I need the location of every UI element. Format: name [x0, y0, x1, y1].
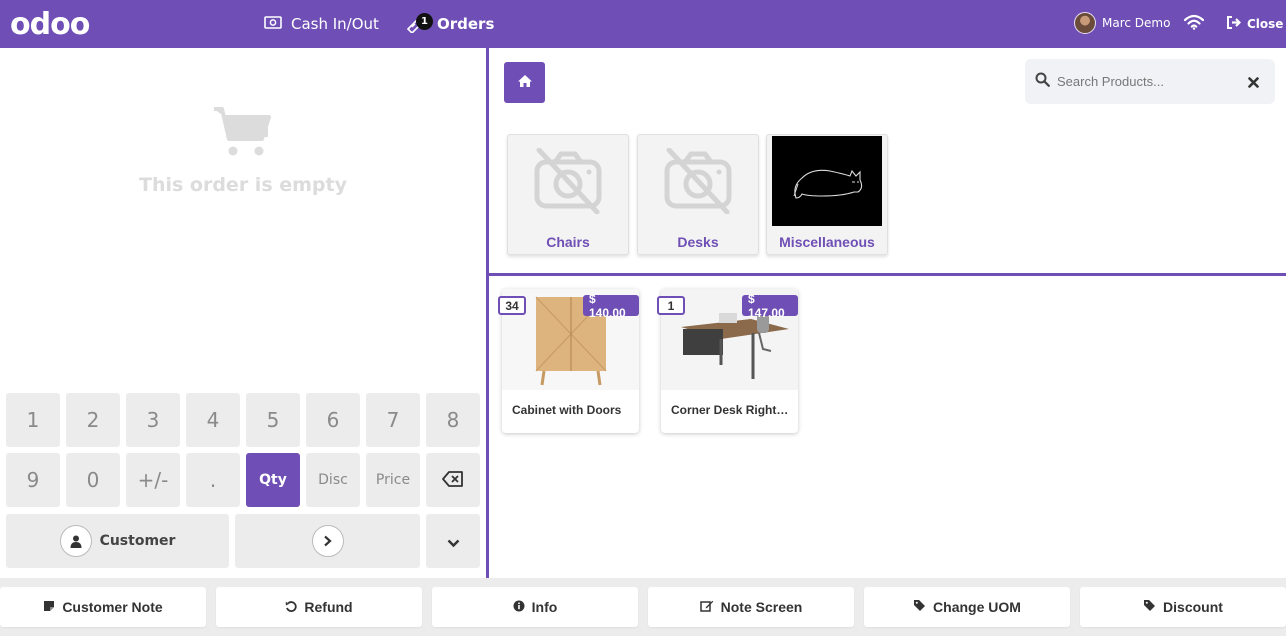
products-pane: Chairs Desks Miscellaneous 34 $ 140.00 C… [489, 48, 1286, 578]
top-bar: odoo Cash In/Out 1 Orders Marc Demo Clos… [0, 0, 1286, 48]
product-name: Cabinet with Doors [512, 403, 622, 417]
money-icon [264, 15, 282, 33]
cat-drawing-image [772, 136, 882, 226]
tag-icon [1143, 599, 1156, 615]
stock-qty-badge: 34 [498, 296, 526, 315]
category-chairs[interactable]: Chairs [507, 134, 629, 255]
edit-icon [699, 599, 714, 615]
empty-order-text: This order is empty [138, 174, 347, 196]
decimal-key[interactable]: . [186, 453, 240, 507]
control-buttons-bar: Customer Note Refund Info Note Screen Ch… [0, 578, 1286, 636]
ticket-icon: 1 [406, 13, 433, 35]
cash-in-out-button[interactable]: Cash In/Out [264, 0, 379, 48]
refund-button[interactable]: Refund [216, 587, 422, 627]
numpad-key[interactable]: 9 [6, 453, 60, 507]
change-uom-label: Change UOM [933, 599, 1021, 615]
clear-search-icon[interactable] [1248, 73, 1259, 92]
discount-button[interactable]: Discount [1080, 587, 1286, 627]
customer-label: Customer [99, 533, 176, 549]
numpad-key[interactable]: 3 [126, 393, 180, 447]
user-name: Marc Demo [1102, 16, 1171, 30]
info-label: Info [531, 599, 558, 615]
more-options-button[interactable] [426, 514, 480, 568]
category-name: Desks [677, 234, 719, 250]
category-name: Chairs [546, 234, 590, 250]
product-card[interactable]: 1 $ 147.00 Corner Desk Right… [657, 289, 798, 433]
customer-note-button[interactable]: Customer Note [0, 587, 206, 627]
home-category-button[interactable] [504, 62, 545, 103]
orders-label: Orders [437, 15, 495, 33]
chevron-down-icon [447, 529, 460, 553]
product-card[interactable]: 34 $ 140.00 Cabinet with Doors [498, 289, 639, 433]
sign-out-icon [1226, 16, 1242, 32]
close-button[interactable]: Close [1226, 0, 1283, 48]
numpad-key[interactable]: 8 [426, 393, 480, 447]
change-uom-button[interactable]: Change UOM [864, 587, 1070, 627]
wifi-icon[interactable] [1183, 14, 1205, 34]
no-image-icon [513, 136, 623, 226]
customer-button[interactable]: Customer [6, 514, 229, 568]
search-input[interactable] [1057, 74, 1247, 89]
chevron-right-icon [311, 525, 344, 557]
backspace-icon [442, 468, 464, 492]
plus-minus-key[interactable]: +/- [126, 453, 180, 507]
discount-label: Discount [1163, 599, 1223, 615]
numpad-key[interactable]: 7 [366, 393, 420, 447]
info-button[interactable]: Info [432, 587, 638, 627]
numpad-key[interactable]: 4 [186, 393, 240, 447]
home-icon [517, 73, 533, 92]
sticky-note-icon [43, 599, 55, 615]
price-mode-button[interactable]: Price [366, 453, 420, 507]
disc-mode-button[interactable]: Disc [306, 453, 360, 507]
product-search-bar [1025, 59, 1275, 104]
note-screen-label: Note Screen [720, 599, 803, 615]
search-icon [1035, 72, 1050, 91]
no-image-icon [643, 136, 753, 226]
product-name: Corner Desk Right… [671, 403, 789, 417]
price-badge: $ 140.00 [583, 292, 639, 320]
close-label: Close [1247, 17, 1284, 31]
numpad-key[interactable]: 6 [306, 393, 360, 447]
numpad-key[interactable]: 5 [246, 393, 300, 447]
numpad-key[interactable]: 2 [66, 393, 120, 447]
note-screen-button[interactable]: Note Screen [648, 587, 854, 627]
refund-label: Refund [304, 599, 353, 615]
tag-icon [913, 599, 926, 615]
qty-mode-button[interactable]: Qty [246, 453, 300, 507]
category-miscellaneous[interactable]: Miscellaneous [766, 134, 888, 255]
category-desks[interactable]: Desks [637, 134, 759, 255]
customer-note-label: Customer Note [62, 599, 163, 615]
backspace-button[interactable] [426, 453, 480, 507]
numpad-key[interactable]: 1 [6, 393, 60, 447]
user-menu[interactable]: Marc Demo [1074, 12, 1170, 34]
cash-in-out-label: Cash In/Out [291, 15, 379, 33]
undo-icon [285, 599, 298, 615]
numpad-key[interactable]: 0 [66, 453, 120, 507]
category-name: Miscellaneous [779, 234, 875, 250]
odoo-logo: odoo [10, 7, 90, 42]
info-icon [513, 599, 525, 615]
category-divider [489, 273, 1286, 276]
avatar [1074, 12, 1096, 34]
stock-qty-badge: 1 [657, 296, 685, 315]
orders-button[interactable]: 1 Orders [406, 0, 494, 48]
user-icon [59, 525, 92, 557]
payment-button[interactable] [235, 514, 420, 568]
price-badge: $ 147.00 [742, 292, 798, 320]
shopping-cart-icon [212, 105, 274, 161]
orders-count-badge: 1 [416, 13, 433, 30]
